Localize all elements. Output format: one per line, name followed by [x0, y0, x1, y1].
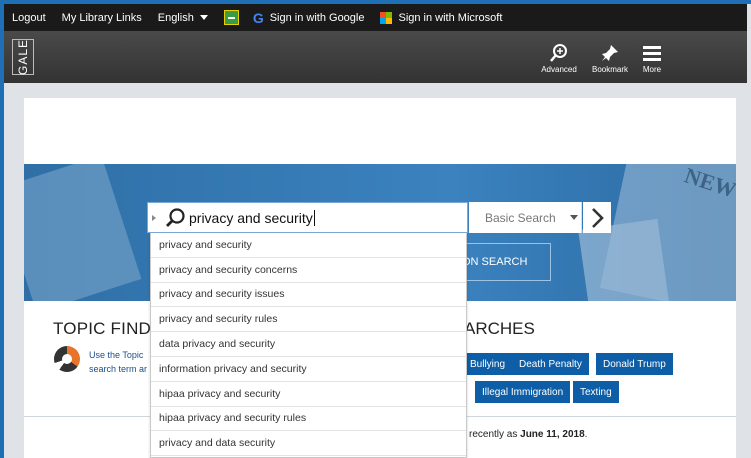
gale-header: GALE Advanced Bookmark More: [4, 31, 747, 83]
advanced-label: Advanced: [541, 65, 577, 74]
google-classroom-button[interactable]: [216, 4, 253, 31]
updated-prefix: recently as: [469, 429, 518, 440]
topic-finder-description[interactable]: Use the Topic search term ar: [89, 348, 147, 376]
suggestion-item[interactable]: privacy and security issues: [151, 283, 466, 308]
suggestion-item[interactable]: data privacy and security: [151, 332, 466, 357]
suggestion-item[interactable]: hipaa privacy and security: [151, 382, 466, 407]
pin-icon: [588, 41, 632, 65]
search-input[interactable]: privacy and security: [147, 202, 468, 233]
utility-bar: Logout My Library Links English G Sign i…: [4, 4, 747, 31]
chevron-down-icon: [569, 215, 578, 220]
microsoft-icon: [380, 11, 393, 24]
updated-date: June 11, 2018: [520, 429, 585, 440]
more-menu-button[interactable]: More: [640, 41, 664, 74]
bookmark-label: Bookmark: [591, 65, 628, 74]
gale-logo[interactable]: GALE: [12, 39, 34, 75]
google-signin-button[interactable]: G Sign in with Google: [253, 4, 373, 31]
library-links-label: My Library Links: [61, 11, 142, 24]
suggestion-item[interactable]: hipaa privacy and security rules: [151, 407, 466, 432]
tag-texting[interactable]: Texting: [573, 381, 619, 403]
logout-label: Logout: [12, 11, 46, 24]
search-icon: [166, 207, 185, 227]
library-links-link[interactable]: My Library Links: [54, 4, 150, 31]
popular-searches-heading: ARCHES: [464, 319, 535, 338]
updated-suffix: .: [584, 429, 588, 440]
tag-death-penalty[interactable]: Death Penalty: [512, 353, 589, 375]
tag-bullying[interactable]: Bullying: [463, 353, 513, 375]
advanced-search-button[interactable]: Advanced: [538, 41, 580, 74]
microsoft-signin-label: Sign in with Microsoft: [398, 11, 503, 24]
text-cursor: [313, 209, 315, 226]
suggestion-item[interactable]: privacy and data security: [151, 431, 466, 457]
expand-arrow-icon[interactable]: [152, 214, 156, 221]
search-button-label: ON SEARCH: [462, 256, 528, 268]
advanced-search-icon: [538, 41, 580, 65]
topic-finder-icon: [54, 346, 80, 372]
topic-desc-line1: Use the Topic: [89, 350, 144, 360]
topic-desc-line2: search term ar: [89, 364, 148, 374]
search-mode-label: Basic Search: [485, 210, 556, 225]
suggestion-item[interactable]: information privacy and security: [151, 357, 466, 382]
google-icon: G: [252, 9, 264, 26]
last-updated-text: recently as June 11, 2018.: [469, 429, 587, 440]
logout-link[interactable]: Logout: [4, 4, 54, 31]
suggestion-item[interactable]: privacy and security: [151, 233, 466, 258]
tag-illegal-immigration[interactable]: Illegal Immigration: [475, 381, 571, 403]
google-signin-label: Sign in with Google: [269, 11, 365, 24]
chevron-down-icon: [199, 15, 208, 20]
google-classroom-icon: [223, 10, 239, 25]
gale-logo-text: GALE: [16, 38, 31, 76]
language-select[interactable]: English: [150, 4, 216, 31]
search-submit-button[interactable]: [583, 202, 611, 233]
search-mode-select[interactable]: Basic Search: [469, 202, 582, 233]
microsoft-signin-button[interactable]: Sign in with Microsoft: [372, 4, 510, 31]
topic-finder-heading: TOPIC FIND: [53, 319, 152, 338]
hamburger-icon: [640, 41, 664, 65]
bookmark-button[interactable]: Bookmark: [588, 41, 632, 74]
language-label: English: [157, 11, 194, 24]
autocomplete-dropdown: privacy and security privacy and securit…: [150, 233, 467, 458]
more-label: More: [642, 65, 662, 74]
tag-donald-trump[interactable]: Donald Trump: [596, 353, 673, 375]
newspaper-decoration: [24, 164, 142, 301]
search-query-text: privacy and security: [189, 209, 313, 226]
suggestion-item[interactable]: privacy and security concerns: [151, 258, 466, 283]
suggestion-item[interactable]: privacy and security rules: [151, 307, 466, 333]
chevron-right-icon: [592, 207, 604, 228]
